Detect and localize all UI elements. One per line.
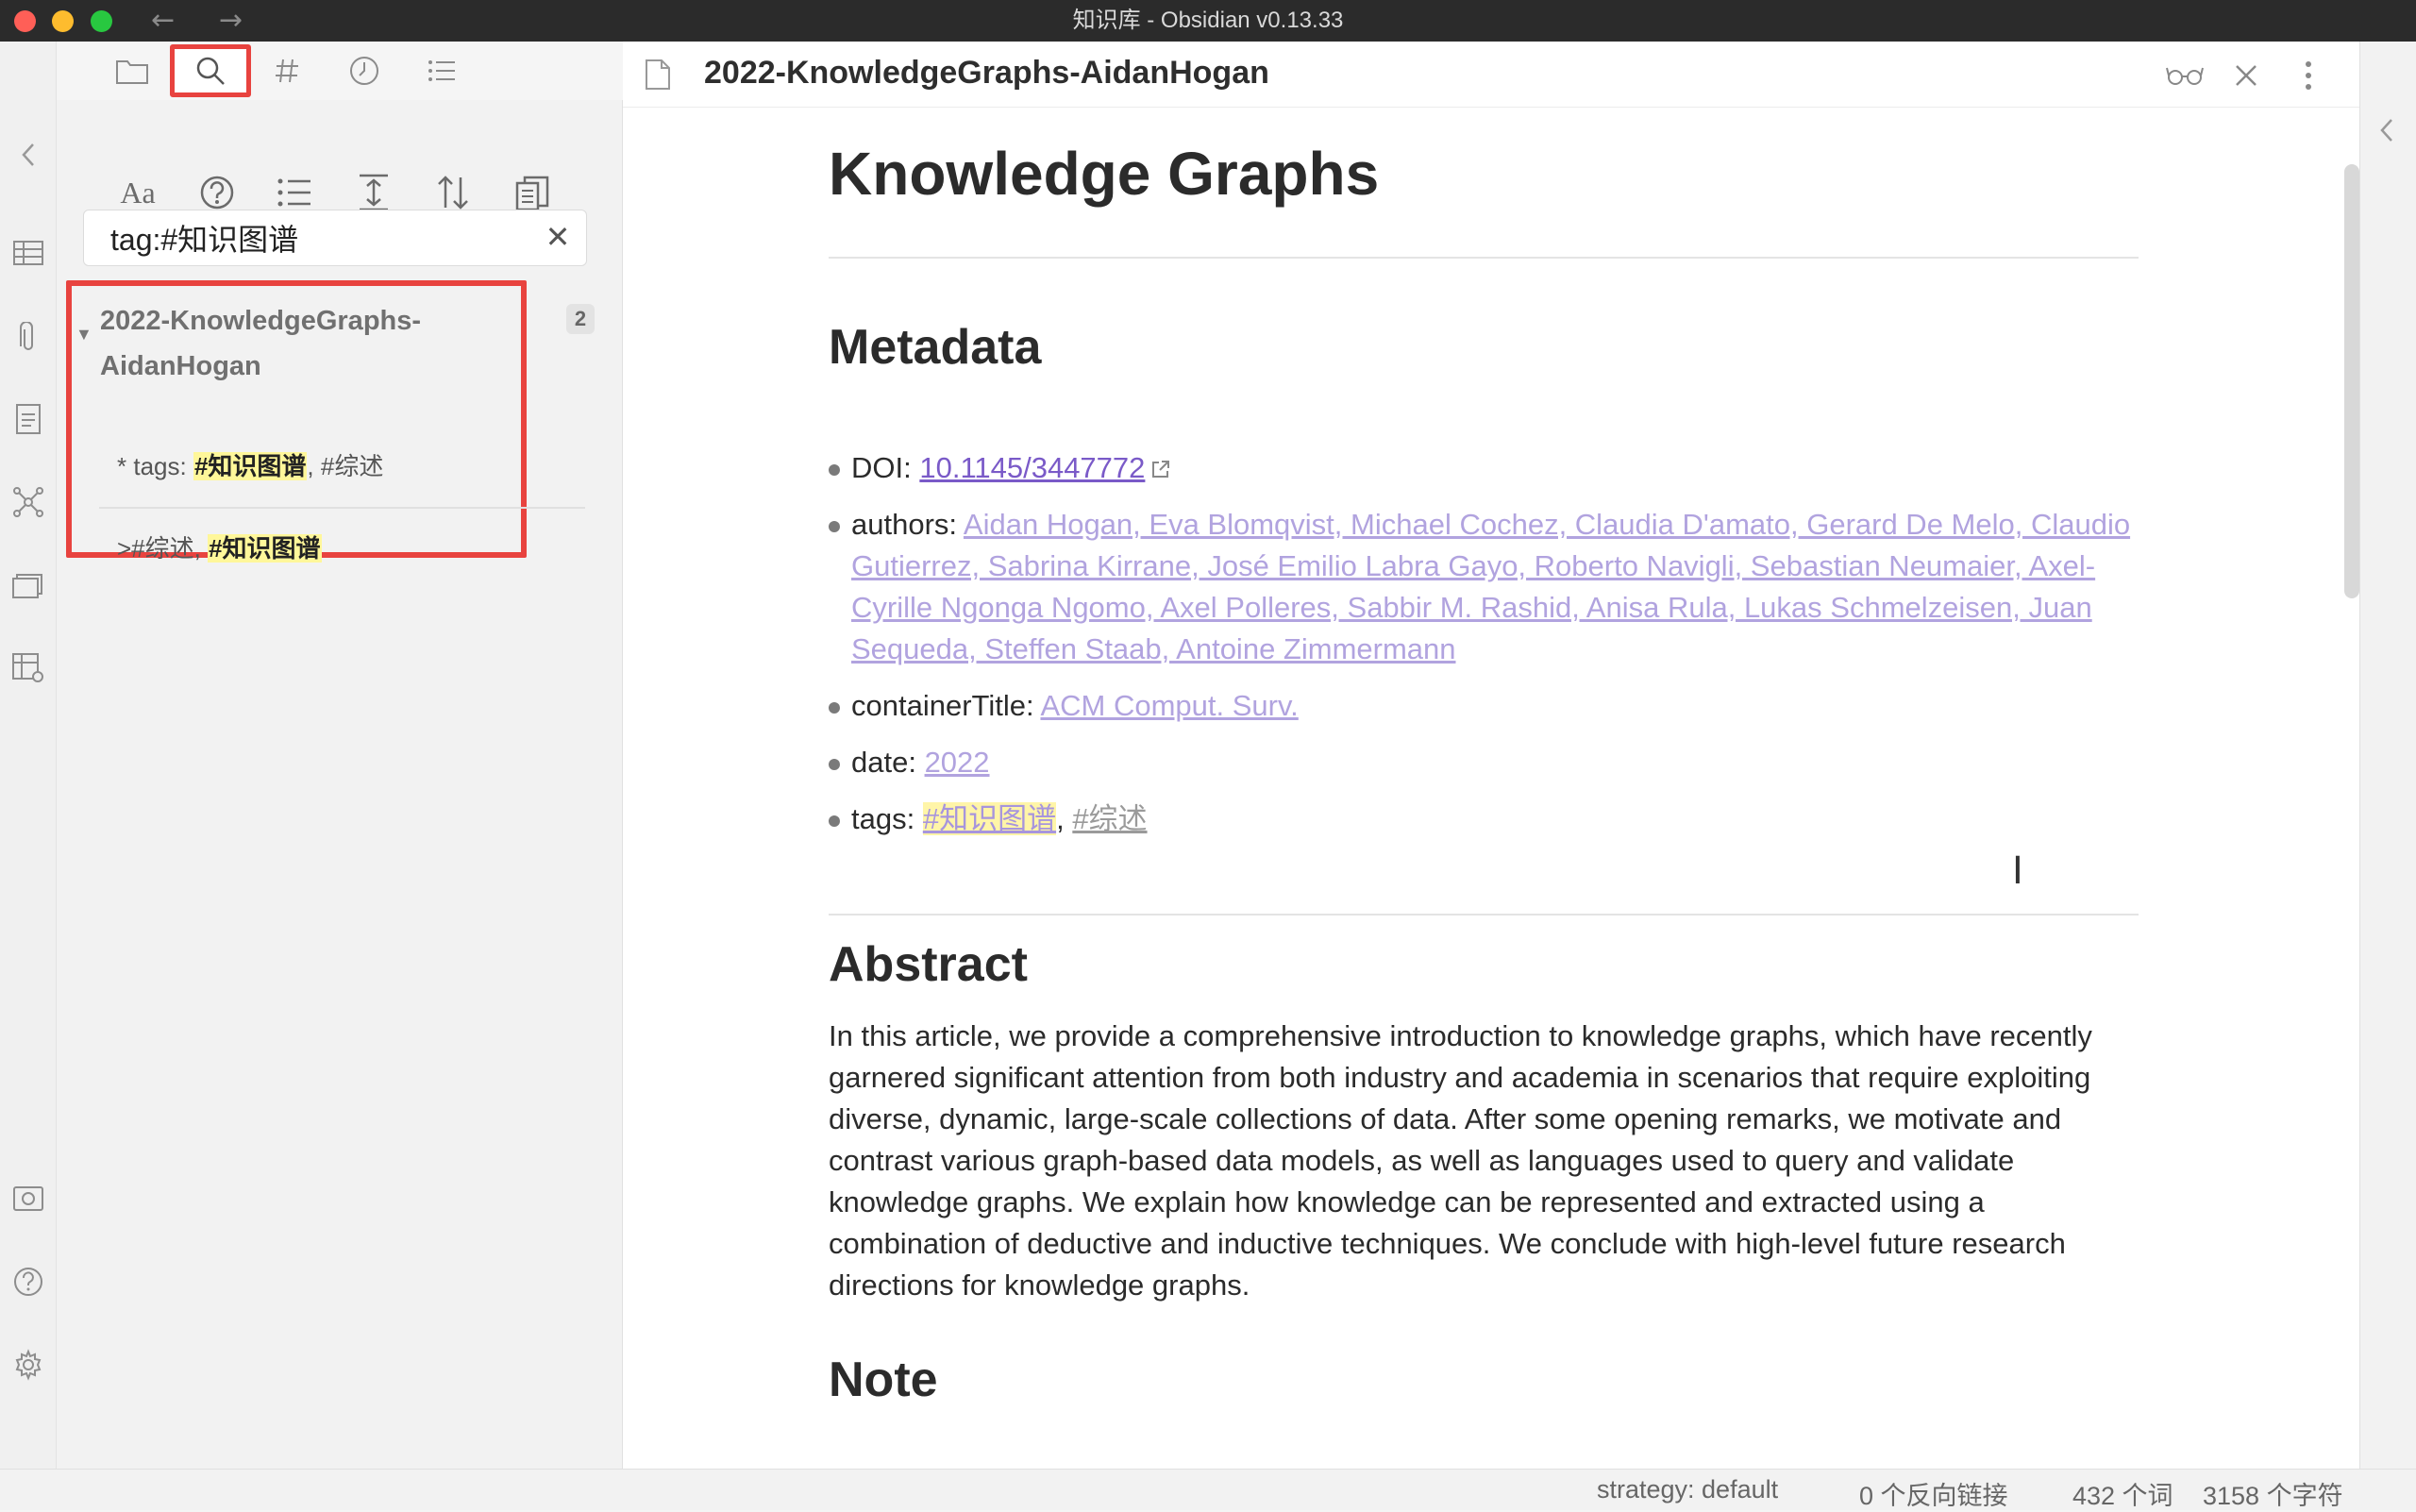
sidebar-tab-bar	[57, 42, 623, 100]
external-link-icon	[1150, 449, 1171, 491]
list-item-tags: tags: #知识图谱, #综述	[829, 798, 2139, 840]
horizontal-rule	[829, 257, 2139, 259]
right-ribbon	[2359, 42, 2416, 1469]
tags-label: tags:	[851, 802, 923, 835]
search-match-line[interactable]: * tags: #知识图谱, #综述	[117, 447, 383, 482]
heading-1: Knowledge Graphs	[829, 140, 1380, 208]
collapse-sidebar-icon[interactable]	[9, 136, 47, 174]
status-backlinks[interactable]: 0 个反向链接	[1859, 1475, 2008, 1512]
collapse-triangle-icon[interactable]: ▼	[76, 325, 92, 344]
authors-link[interactable]: Aidan Hogan, Eva Blomqvist, Michael Coch…	[851, 508, 2130, 665]
clear-search-icon[interactable]: ✕	[541, 220, 575, 254]
search-result-title[interactable]: 2022-KnowledgeGraphs-AidanHogan	[100, 298, 515, 389]
help-icon[interactable]	[9, 1263, 47, 1301]
doi-label: DOI:	[851, 451, 920, 484]
recent-files-clock-icon[interactable]	[344, 51, 385, 91]
list-item-doi: DOI: 10.1145/3447772	[829, 447, 2139, 491]
note-title[interactable]: 2022-KnowledgeGraphs-AidanHogan	[704, 55, 1269, 92]
match-prefix: >#综述,	[117, 534, 209, 563]
match-prefix: * tags:	[117, 452, 193, 480]
heading-metadata: Metadata	[829, 320, 1042, 375]
left-sidebar: Aa ✕ ▼ 2022-KnowledgeGraphs-AidanHogan 2…	[57, 42, 623, 1469]
status-char-count: 3158 个字符	[2203, 1482, 2343, 1510]
heading-abstract: Abstract	[829, 937, 1028, 992]
search-input[interactable]	[110, 210, 526, 265]
status-bar: strategy: default 0 个反向链接 432 个词 3158 个字…	[0, 1469, 2416, 1510]
left-ribbon	[0, 42, 57, 1469]
match-divider	[99, 507, 585, 509]
status-strategy[interactable]: strategy: default	[1597, 1475, 1778, 1504]
window-title: 知识库 - Obsidian v0.13.33	[1072, 8, 1344, 33]
reading-view-glasses-icon[interactable]	[2166, 57, 2204, 94]
close-note-icon[interactable]	[2227, 57, 2265, 94]
tags-tab[interactable]	[266, 51, 308, 91]
horizontal-rule	[829, 914, 2139, 916]
tag-knowledge-graph[interactable]: #知识图谱	[922, 802, 1057, 835]
search-box: ✕	[83, 210, 587, 266]
match-highlight: #知识图谱	[193, 452, 308, 480]
match-count-badge: 2	[566, 304, 595, 334]
container-label: containerTitle:	[851, 689, 1041, 722]
more-options-icon[interactable]	[2290, 57, 2327, 94]
authors-label: authors:	[851, 508, 964, 541]
document-list-icon[interactable]	[9, 400, 47, 438]
tag-survey[interactable]: #综述	[1072, 802, 1147, 835]
paperclip-icon[interactable]	[9, 319, 47, 357]
vault-icon[interactable]	[9, 1180, 47, 1218]
editor-pane: 2022-KnowledgeGraphs-AidanHogan Knowledg…	[623, 42, 2359, 1469]
list-item-authors: authors: Aidan Hogan, Eva Blomqvist, Mic…	[829, 504, 2139, 670]
editor-header: 2022-KnowledgeGraphs-AidanHogan	[623, 42, 2359, 108]
text-cursor-icon: I	[2012, 849, 2023, 893]
expand-right-sidebar-icon[interactable]	[2377, 117, 2396, 148]
file-explorer-tab[interactable]	[111, 51, 153, 91]
editor-scrollbar[interactable]	[2344, 164, 2359, 598]
search-match-line[interactable]: >#综述, #知识图谱	[117, 529, 322, 564]
table-settings-icon[interactable]	[9, 649, 47, 687]
tag-separator: ,	[1056, 802, 1073, 835]
heading-note: Note	[829, 1352, 938, 1407]
match-suffix: , #综述	[307, 452, 384, 480]
title-bar: ← → 知识库 - Obsidian v0.13.33	[0, 0, 2416, 42]
table-icon[interactable]	[9, 234, 47, 272]
date-link[interactable]: 2022	[925, 746, 990, 779]
abstract-paragraph: In this article, we provide a comprehens…	[829, 1019, 2092, 1302]
graph-view-icon[interactable]	[9, 483, 47, 521]
date-label: date:	[851, 746, 925, 779]
search-tab[interactable]	[170, 44, 251, 97]
settings-gear-icon[interactable]	[9, 1346, 47, 1384]
status-word-count: 432 个词	[2072, 1482, 2173, 1510]
outline-tab[interactable]	[421, 51, 462, 91]
file-icon	[644, 59, 672, 95]
list-item-container-title: containerTitle: ACM Comput. Surv.	[829, 685, 2139, 727]
doi-link[interactable]: 10.1145/3447772	[919, 451, 1145, 484]
list-item-date: date: 2022	[829, 742, 2139, 783]
match-highlight: #知识图谱	[208, 534, 322, 563]
container-link[interactable]: ACM Comput. Surv.	[1040, 689, 1298, 722]
slides-icon[interactable]	[9, 566, 47, 604]
